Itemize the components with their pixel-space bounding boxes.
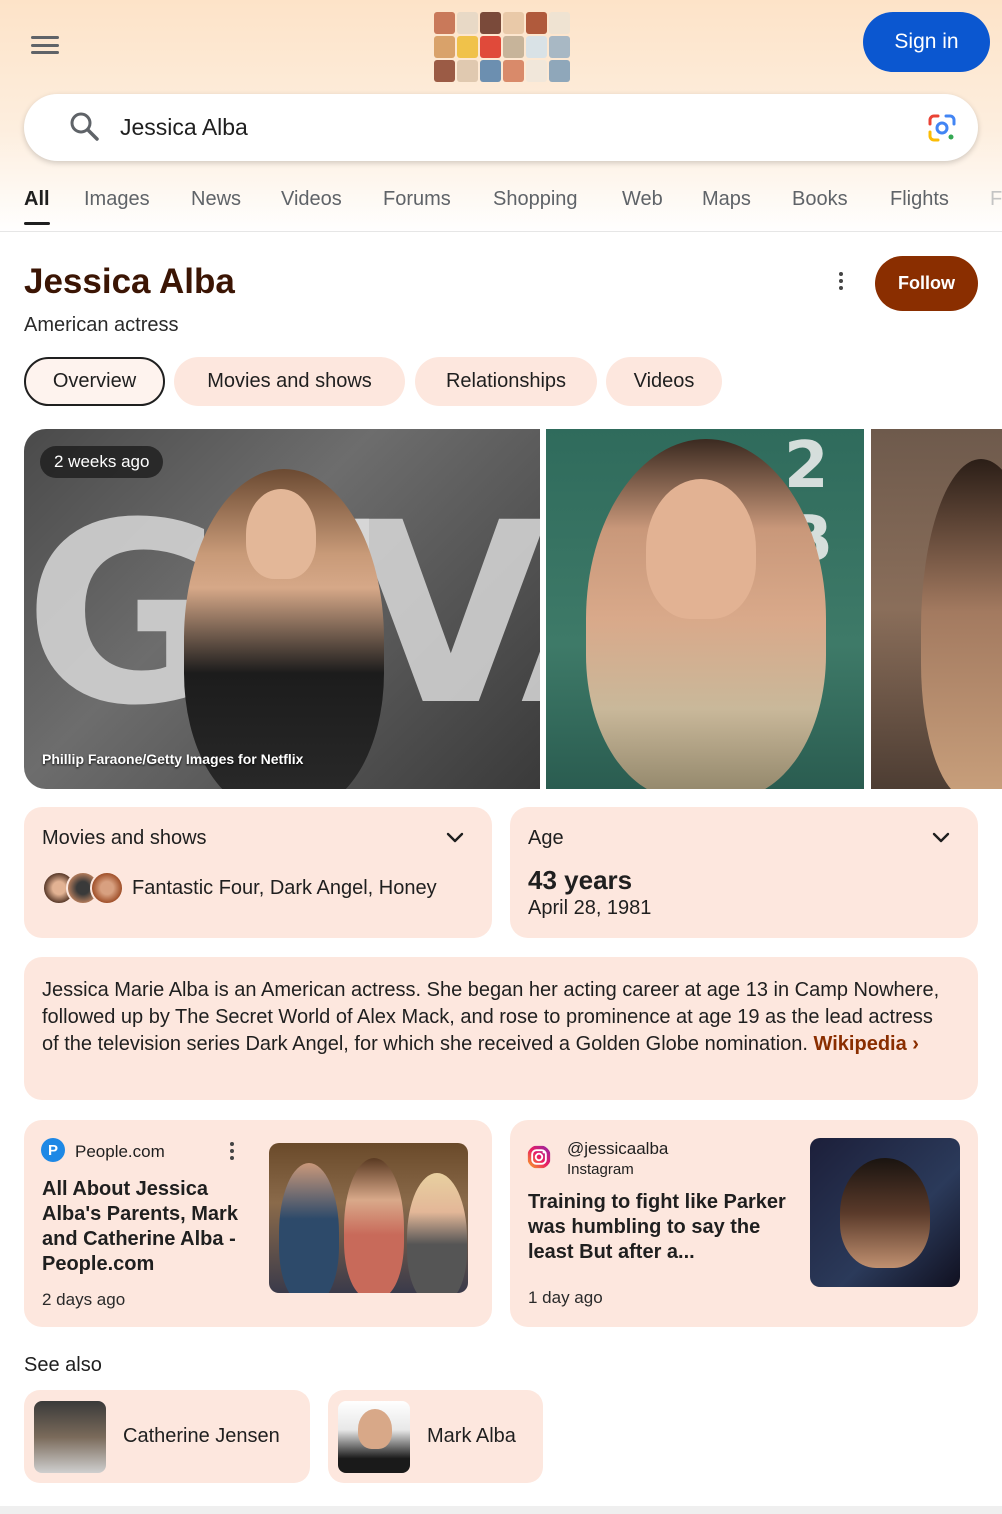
chevron-right-icon[interactable]: ›: [912, 1033, 919, 1055]
search-tabs: All Images News Videos Forums Shopping W…: [0, 174, 1002, 232]
age-card[interactable]: Age 43 years April 28, 1981: [510, 807, 978, 938]
main-photo[interactable]: GE VA: [24, 429, 540, 789]
search-input[interactable]: Jessica Alba: [120, 114, 248, 141]
tab-images[interactable]: Images: [84, 188, 150, 211]
description-body: Jessica Marie Alba is an American actres…: [42, 979, 940, 1055]
tab-videos[interactable]: Videos: [281, 188, 342, 211]
chip-overview[interactable]: Overview: [24, 357, 165, 406]
news-source: People.com: [75, 1142, 165, 1161]
tab-shopping[interactable]: Shopping: [493, 188, 578, 211]
birth-date: April 28, 1981: [528, 897, 652, 919]
tab-all[interactable]: All: [24, 188, 50, 225]
news-card-instagram[interactable]: @jessicaalba Instagram Training to fight…: [510, 1120, 978, 1327]
follow-button[interactable]: Follow: [875, 256, 978, 311]
chip-relationships[interactable]: Relationships: [415, 357, 597, 406]
avatar: [90, 871, 124, 905]
tab-web[interactable]: Web: [622, 188, 663, 211]
news-thumbnail[interactable]: [269, 1143, 468, 1293]
photo-time-badge: 2 weeks ago: [40, 446, 164, 478]
chevron-down-icon[interactable]: [446, 829, 464, 847]
more-vertical-icon[interactable]: [830, 272, 852, 296]
movie-avatars: [42, 871, 126, 905]
people-logo-icon: P: [41, 1138, 65, 1162]
photo-3[interactable]: [871, 429, 1002, 789]
movies-card-title: Movies and shows: [42, 827, 207, 849]
tab-finance-partial[interactable]: F: [990, 188, 1002, 211]
news-source: @jessicaalba: [567, 1139, 669, 1158]
search-bar[interactable]: Jessica Alba: [24, 94, 978, 161]
sign-in-button[interactable]: Sign in: [863, 12, 990, 72]
chevron-down-icon[interactable]: [932, 829, 950, 847]
related-person-photo: [34, 1401, 106, 1473]
tab-flights[interactable]: Flights: [890, 188, 949, 211]
news-time: 1 day ago: [528, 1288, 603, 1307]
see-also-heading: See also: [24, 1354, 102, 1376]
tab-news[interactable]: News: [191, 188, 241, 211]
movies-list-text: Fantastic Four, Dark Angel, Honey: [132, 877, 437, 899]
related-person-catherine-jensen[interactable]: Catherine Jensen: [24, 1390, 310, 1483]
news-thumbnail[interactable]: [810, 1138, 960, 1287]
description-text: Jessica Marie Alba is an American actres…: [42, 977, 942, 1058]
knowledge-panel-title: Jessica Alba: [24, 262, 235, 301]
hamburger-menu-icon[interactable]: [28, 32, 62, 58]
tab-maps[interactable]: Maps: [702, 188, 751, 211]
news-time: 2 days ago: [42, 1290, 126, 1309]
photo-2[interactable]: 2 B: [546, 429, 864, 789]
age-value: 43 years: [528, 865, 633, 895]
news-headline[interactable]: All About Jessica Alba's Parents, Mark a…: [42, 1177, 262, 1277]
wikipedia-link[interactable]: Wikipedia: [814, 1033, 907, 1055]
tab-forums[interactable]: Forums: [383, 188, 451, 211]
news-headline[interactable]: Training to fight like Parker was humbli…: [528, 1190, 788, 1265]
instagram-icon: [527, 1145, 551, 1169]
photo-credit: Phillip Faraone/Getty Images for Netflix: [42, 751, 304, 767]
more-vertical-icon[interactable]: [221, 1142, 243, 1166]
chip-videos[interactable]: Videos: [606, 357, 722, 406]
related-person-name: Mark Alba: [427, 1425, 516, 1447]
knowledge-panel-subtitle: American actress: [24, 314, 179, 336]
chip-movies-and-shows[interactable]: Movies and shows: [174, 357, 405, 406]
related-person-mark-alba[interactable]: Mark Alba: [328, 1390, 543, 1483]
bottom-divider: [0, 1506, 1002, 1514]
related-person-name: Catherine Jensen: [123, 1425, 280, 1447]
google-lens-icon[interactable]: [926, 112, 958, 144]
age-card-title: Age: [528, 827, 564, 849]
google-doodle-logo[interactable]: [434, 12, 570, 82]
movies-card[interactable]: Movies and shows Fantastic Four, Dark An…: [24, 807, 492, 938]
search-icon[interactable]: [68, 110, 100, 142]
tab-books[interactable]: Books: [792, 188, 848, 211]
related-person-photo: [338, 1401, 410, 1473]
news-platform: Instagram: [567, 1161, 634, 1178]
news-card-people[interactable]: P People.com All About Jessica Alba's Pa…: [24, 1120, 492, 1327]
